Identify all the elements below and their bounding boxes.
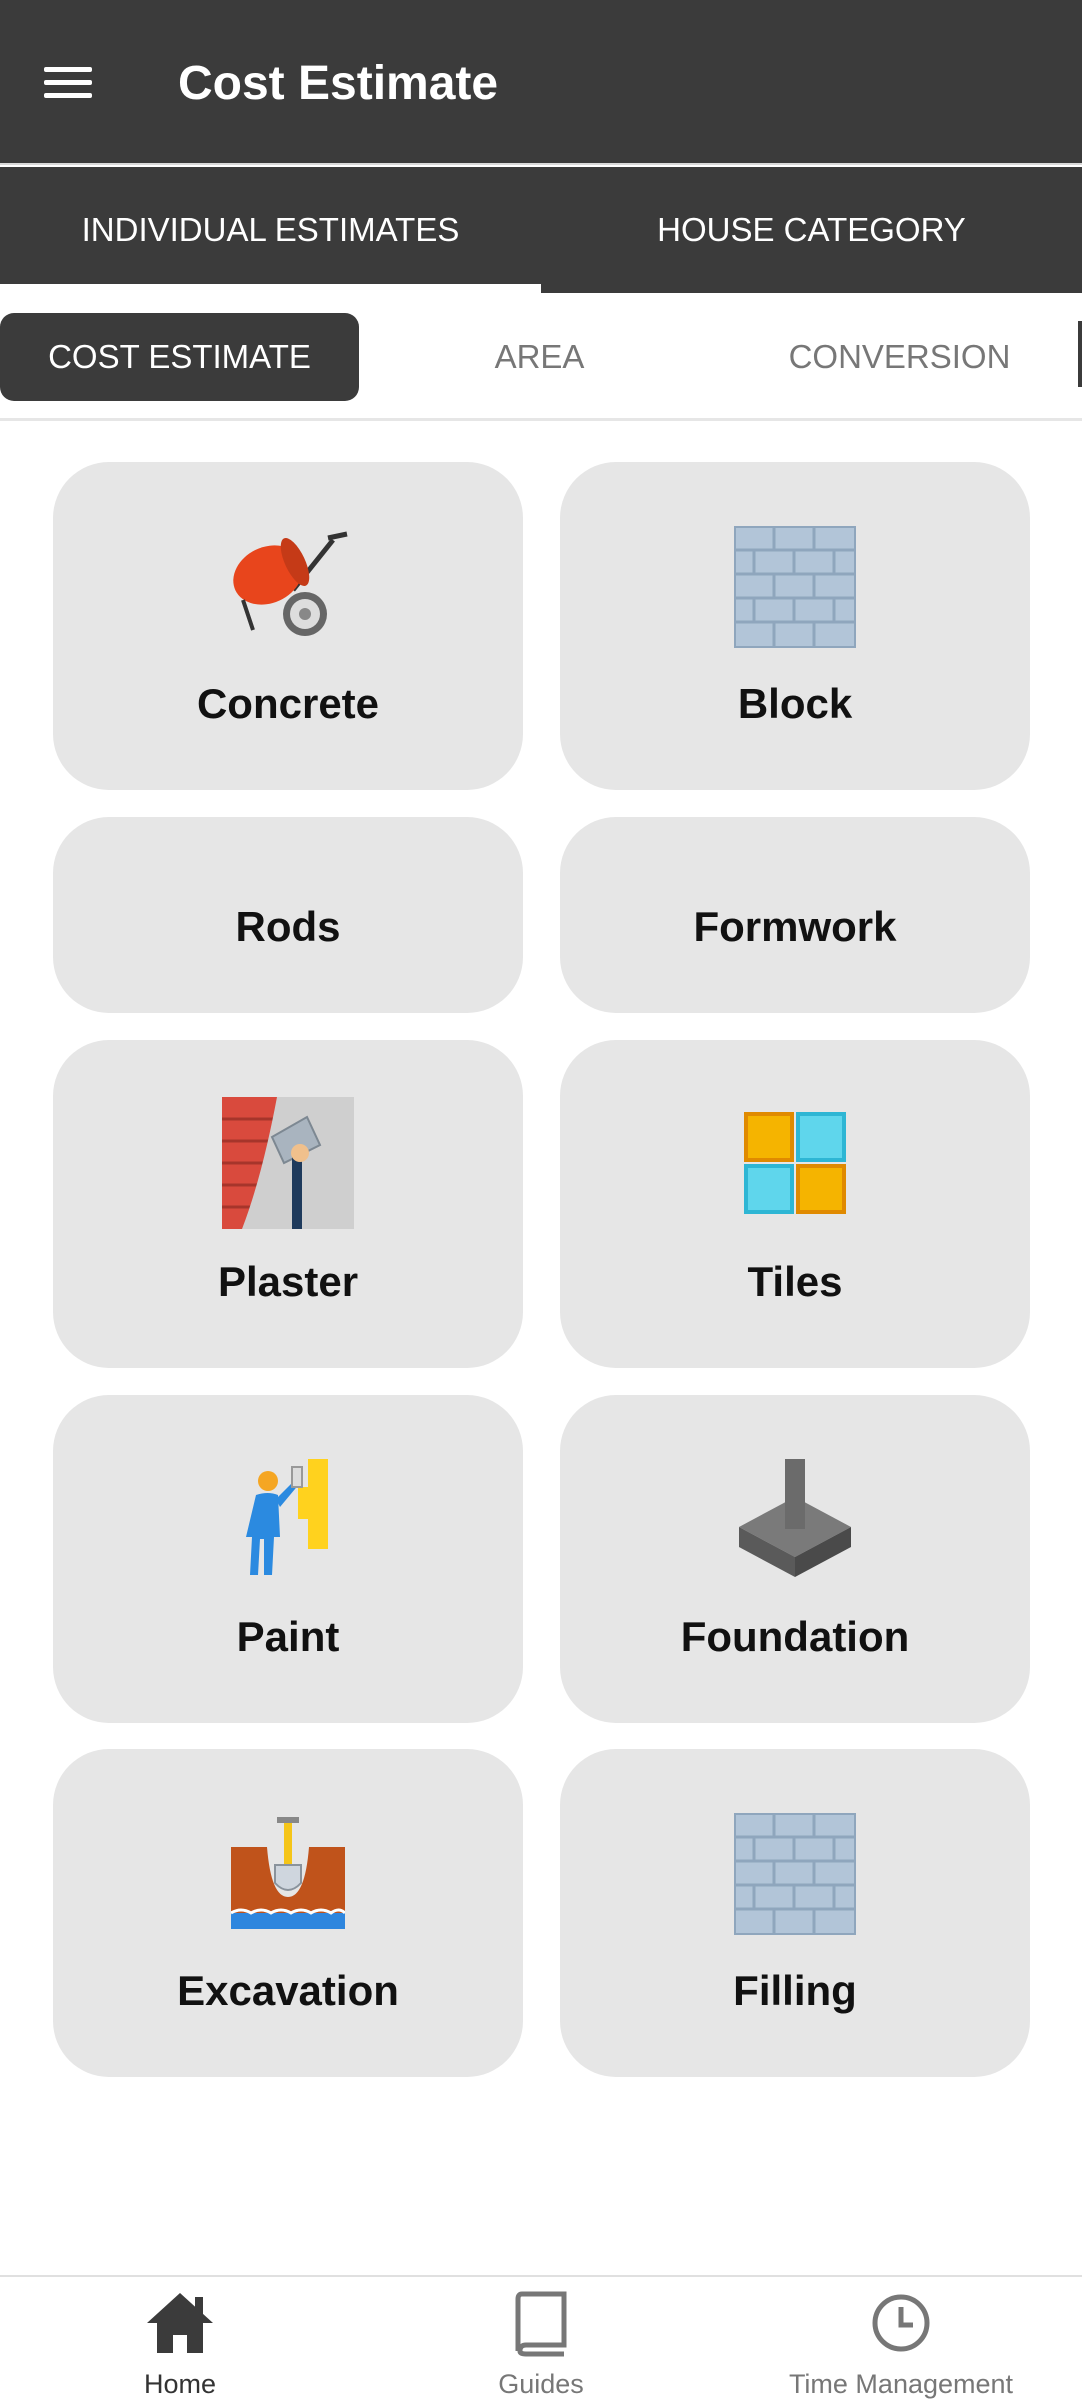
card-label: Block xyxy=(737,680,853,727)
card-block[interactable]: Block xyxy=(560,462,1030,790)
card-paint[interactable]: Paint xyxy=(53,1395,523,1723)
sub-tabs: COST ESTIMATE AREA CONVERSION xyxy=(0,293,1082,421)
card-label: Rods xyxy=(235,903,341,950)
tab-house-category[interactable]: HOUSE CATEGORY xyxy=(541,167,1082,293)
nav-home[interactable]: Home xyxy=(0,2277,360,2404)
card-filling[interactable]: Filling xyxy=(560,1749,1030,2077)
brick-wall-icon xyxy=(734,1813,856,1935)
tab-individual-estimates[interactable]: INDIVIDUAL ESTIMATES xyxy=(0,167,541,293)
nav-label: Guides xyxy=(498,2369,584,2399)
subtab-conversion[interactable]: CONVERSION xyxy=(720,313,1079,401)
card-label: Paint xyxy=(236,1613,340,1660)
book-icon xyxy=(515,2291,567,2357)
tab-indicator xyxy=(0,284,541,293)
shovel-trench-icon xyxy=(231,1817,345,1929)
card-tiles[interactable]: Tiles xyxy=(560,1040,1030,1368)
page-title: Cost Estimate xyxy=(178,57,499,110)
card-label: Excavation xyxy=(177,1967,399,2014)
card-plaster[interactable]: Plaster xyxy=(53,1040,523,1368)
plastering-trowel-icon xyxy=(222,1097,354,1229)
foundation-footing-icon xyxy=(739,1459,851,1577)
nav-guides[interactable]: Guides xyxy=(361,2277,721,2404)
home-icon xyxy=(147,2293,213,2353)
card-label: Formwork xyxy=(693,903,897,950)
card-rods[interactable]: Rods xyxy=(53,817,523,1013)
card-label: Tiles xyxy=(747,1258,843,1305)
card-label: Foundation xyxy=(680,1613,910,1660)
subtab-area[interactable]: AREA xyxy=(360,313,719,401)
hamburger-menu-icon[interactable] xyxy=(38,58,98,108)
card-formwork[interactable]: Formwork xyxy=(560,817,1030,1013)
card-excavation[interactable]: Excavation xyxy=(53,1749,523,2077)
card-foundation[interactable]: Foundation xyxy=(560,1395,1030,1723)
nav-label: Time Management xyxy=(788,2369,1014,2399)
card-concrete[interactable]: Concrete xyxy=(53,462,523,790)
main-tabs: INDIVIDUAL ESTIMATES HOUSE CATEGORY xyxy=(0,167,1082,293)
painter-icon xyxy=(246,1459,328,1575)
nav-label: Home xyxy=(143,2369,217,2399)
concrete-mixer-icon xyxy=(233,531,348,636)
card-label: Plaster xyxy=(217,1258,359,1305)
bottom-nav: Home Guides Time Management xyxy=(0,2275,1082,2402)
card-label: Concrete xyxy=(196,680,380,727)
brick-wall-icon xyxy=(734,526,856,648)
nav-time-management[interactable]: Time Management xyxy=(721,2277,1081,2404)
subtab-cost-estimate[interactable]: COST ESTIMATE xyxy=(0,313,359,401)
tiles-icon xyxy=(744,1112,846,1214)
clock-icon xyxy=(872,2294,930,2352)
scroll-edge-indicator xyxy=(1078,321,1082,387)
app-bar: Cost Estimate xyxy=(0,0,1082,165)
card-label: Filling xyxy=(733,1967,857,2014)
